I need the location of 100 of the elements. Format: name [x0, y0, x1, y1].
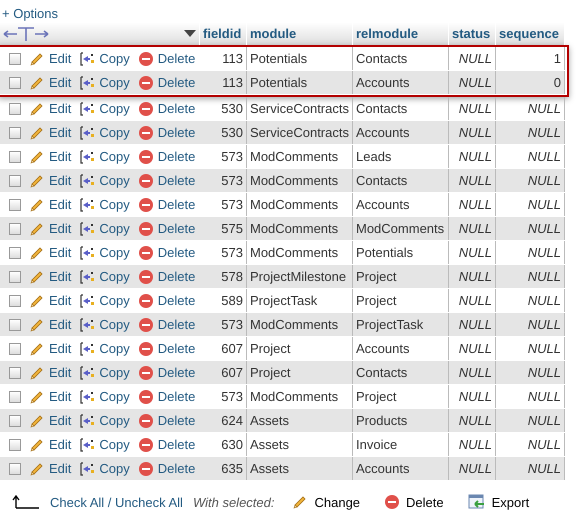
delete-link[interactable]: Delete [138, 74, 196, 90]
row-checkbox[interactable] [9, 126, 21, 138]
edit-link[interactable]: Edit [29, 460, 72, 476]
copy-link[interactable]: Copy [79, 74, 130, 90]
row-checkbox[interactable] [9, 438, 21, 450]
delete-link[interactable]: Delete [138, 340, 196, 356]
edit-link[interactable]: Edit [29, 412, 72, 428]
delete-link[interactable]: Delete [138, 244, 196, 260]
edit-link[interactable]: Edit [29, 436, 72, 452]
row-checkbox[interactable] [9, 150, 21, 162]
edit-link[interactable]: Edit [29, 340, 72, 356]
edit-link[interactable]: Edit [29, 100, 72, 116]
copy-link[interactable]: Copy [79, 148, 130, 164]
row-checkbox[interactable] [9, 414, 21, 426]
copy-link[interactable]: Copy [79, 196, 130, 212]
delete-link[interactable]: Delete [138, 436, 196, 452]
column-header[interactable]: relmodule [353, 22, 449, 45]
copy-link[interactable]: Copy [79, 244, 130, 260]
copy-link[interactable]: Copy [79, 124, 130, 140]
edit-link[interactable]: Edit [29, 148, 72, 164]
table-cell: NULL [496, 241, 565, 264]
edit-link[interactable]: Edit [29, 50, 72, 66]
delete-icon [138, 292, 154, 308]
copy-link[interactable]: Copy [79, 388, 130, 404]
delete-button[interactable]: Delete [384, 494, 444, 510]
copy-link[interactable]: Copy [79, 436, 130, 452]
edit-link[interactable]: Edit [29, 292, 72, 308]
export-button[interactable]: Export [468, 494, 530, 510]
edit-link[interactable]: Edit [29, 268, 72, 284]
row-checkbox[interactable] [9, 270, 21, 282]
row-checkbox[interactable] [9, 52, 21, 64]
table-cell: NULL [449, 289, 496, 312]
row-checkbox[interactable] [9, 246, 21, 258]
edit-link[interactable]: Edit [29, 316, 72, 332]
copy-icon [79, 172, 96, 188]
copy-icon [79, 220, 96, 236]
copy-link[interactable]: Copy [79, 50, 130, 66]
edit-link[interactable]: Edit [29, 172, 72, 188]
copy-link[interactable]: Copy [79, 460, 130, 476]
table-cell: 113 [200, 47, 247, 70]
change-button[interactable]: Change [292, 494, 360, 510]
row-checkbox[interactable] [9, 222, 21, 234]
check-all-link[interactable]: Check All / Uncheck All [50, 494, 183, 510]
edit-link[interactable]: Edit [29, 124, 72, 140]
edit-link[interactable]: Edit [29, 74, 72, 90]
edit-link[interactable]: Edit [29, 196, 72, 212]
column-header[interactable]: sequence [496, 22, 565, 45]
delete-icon [138, 124, 154, 140]
sort-triangle-icon[interactable] [184, 30, 196, 38]
delete-link[interactable]: Delete [138, 412, 196, 428]
delete-link[interactable]: Delete [138, 50, 196, 66]
row-checkbox[interactable] [9, 294, 21, 306]
copy-link[interactable]: Copy [79, 316, 130, 332]
copy-icon [79, 196, 96, 212]
delete-link[interactable]: Delete [138, 364, 196, 380]
row-checkbox[interactable] [9, 318, 21, 330]
delete-link[interactable]: Delete [138, 388, 196, 404]
table-cell: NULL [496, 313, 565, 336]
edit-link[interactable]: Edit [29, 364, 72, 380]
delete-link[interactable]: Delete [138, 316, 196, 332]
options-link[interactable]: + Options [0, 0, 585, 22]
delete-link[interactable]: Delete [138, 124, 196, 140]
column-header[interactable]: status [449, 22, 496, 45]
column-header[interactable]: fieldid [200, 22, 247, 45]
pencil-icon [29, 412, 45, 428]
delete-link[interactable]: Delete [138, 100, 196, 116]
copy-link[interactable]: Copy [79, 100, 130, 116]
copy-link[interactable]: Copy [79, 268, 130, 284]
pencil-icon [29, 74, 45, 90]
row-checkbox[interactable] [9, 174, 21, 186]
copy-link[interactable]: Copy [79, 340, 130, 356]
delete-link[interactable]: Delete [138, 220, 196, 236]
copy-icon [79, 388, 96, 404]
edit-link[interactable]: Edit [29, 388, 72, 404]
copy-link[interactable]: Copy [79, 292, 130, 308]
table-cell: Contacts [353, 47, 449, 70]
copy-link[interactable]: Copy [79, 220, 130, 236]
row-checkbox[interactable] [9, 198, 21, 210]
delete-link[interactable]: Delete [138, 196, 196, 212]
row-checkbox[interactable] [9, 462, 21, 474]
copy-link[interactable]: Copy [79, 364, 130, 380]
row-checkbox[interactable] [9, 76, 21, 88]
column-header[interactable]: module [247, 22, 353, 45]
copy-link[interactable]: Copy [79, 412, 130, 428]
row-checkbox[interactable] [9, 366, 21, 378]
column-resize-icon[interactable] [3, 26, 49, 42]
delete-link[interactable]: Delete [138, 460, 196, 476]
delete-link[interactable]: Delete [138, 292, 196, 308]
row-checkbox[interactable] [9, 342, 21, 354]
edit-link[interactable]: Edit [29, 244, 72, 260]
table-cell: 578 [200, 265, 247, 288]
row-checkbox[interactable] [9, 390, 21, 402]
delete-link[interactable]: Delete [138, 172, 196, 188]
delete-link[interactable]: Delete [138, 148, 196, 164]
copy-link[interactable]: Copy [79, 172, 130, 188]
edit-link[interactable]: Edit [29, 220, 72, 236]
copy-icon [79, 412, 96, 428]
row-checkbox[interactable] [9, 102, 21, 114]
delete-icon [138, 172, 154, 188]
delete-link[interactable]: Delete [138, 268, 196, 284]
